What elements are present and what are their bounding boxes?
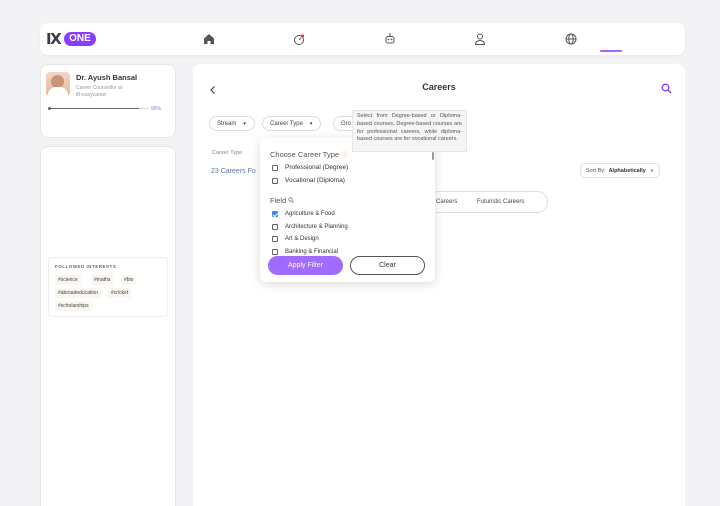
- option-label: Professional (Degree): [285, 164, 349, 171]
- logo-one: ONE: [64, 32, 96, 46]
- progress-percent: 90%: [151, 106, 162, 112]
- checkbox[interactable]: [272, 177, 278, 184]
- interest-tag[interactable]: #bio: [121, 275, 137, 285]
- career-tabs: Careers Futuristic Careers: [428, 191, 548, 213]
- option-professional[interactable]: Professional (Degree): [272, 164, 348, 171]
- result-count: 23 Careers Fo: [211, 168, 256, 175]
- profile-card[interactable]: Dr. Ayush Bansal Career Counsellor at iB…: [40, 64, 176, 138]
- field-heading-text: Field: [270, 196, 287, 205]
- checkbox[interactable]: [272, 249, 278, 255]
- home-icon[interactable]: [202, 32, 216, 46]
- checkbox-checked[interactable]: [272, 211, 278, 217]
- checkbox[interactable]: [272, 236, 278, 242]
- profile-progress-bar: [48, 107, 149, 110]
- group-filter-label: Gro: [341, 120, 352, 127]
- stream-filter[interactable]: Stream ▼: [209, 116, 255, 131]
- career-type-tooltip: Select from Degree-based or Diploma-base…: [352, 110, 467, 152]
- ixone-logo[interactable]: IX ONE: [46, 30, 96, 48]
- apply-filter-button[interactable]: Apply Filter: [268, 256, 343, 275]
- clear-button[interactable]: Clear: [350, 256, 425, 275]
- field-label: Agriculture & Food: [285, 211, 335, 217]
- page-title: Careers: [422, 82, 456, 92]
- search-icon: [288, 197, 295, 203]
- chevron-down-icon: ▼: [308, 121, 314, 126]
- top-nav-bar: IX ONE: [40, 23, 685, 55]
- robot-icon[interactable]: [383, 32, 397, 46]
- dropdown-scrollbar[interactable]: [432, 152, 434, 160]
- sort-value: Alphabetically: [608, 167, 646, 174]
- checkbox[interactable]: [272, 224, 278, 230]
- info-icon[interactable]: ⓘ: [341, 153, 347, 159]
- field-banking[interactable]: Banking & Financial: [272, 249, 338, 255]
- checkbox[interactable]: [272, 164, 278, 171]
- field-label: Art & Design: [285, 236, 319, 242]
- progress-dot: [48, 107, 51, 110]
- field-agriculture[interactable]: Agriculture & Food: [272, 211, 335, 217]
- sort-dropdown[interactable]: Sort By: Alphabetically ▼: [580, 163, 660, 178]
- interest-tag[interactable]: #scholarships: [55, 301, 92, 311]
- career-type-dropdown: Choose Career Type ⓘ Professional (Degre…: [260, 138, 435, 282]
- profile-role-title: Career Counsellor at: [76, 85, 123, 91]
- dropdown-heading: Choose Career Type ⓘ: [270, 150, 347, 159]
- interest-tag[interactable]: #abroadeducation: [55, 288, 102, 298]
- career-type-label: Career Type: [212, 150, 243, 156]
- interest-tag[interactable]: #science: [55, 275, 81, 285]
- tab-careers[interactable]: Careers: [436, 199, 457, 205]
- dropdown-heading-text: Choose Career Type: [270, 150, 340, 159]
- career-type-filter-label: Career Type: [270, 120, 303, 127]
- field-heading: Field: [270, 196, 295, 205]
- progress-fill: [49, 108, 139, 109]
- career-type-filter[interactable]: Career Type ▼: [262, 116, 322, 131]
- profile-role: Career Counsellor at iB-easycareer: [76, 85, 122, 99]
- active-tab-indicator: [600, 50, 622, 52]
- profile-name: Dr. Ayush Bansal: [76, 73, 138, 82]
- gauge-icon[interactable]: [292, 32, 306, 46]
- field-label: Architecture & Planning: [285, 224, 348, 230]
- avatar: [46, 72, 70, 96]
- interest-tag[interactable]: #maths: [91, 275, 114, 285]
- chevron-down-icon: ▼: [242, 121, 247, 126]
- option-label: Vocational (Diploma): [285, 177, 345, 184]
- field-label: Banking & Financial: [285, 249, 339, 255]
- globe-icon[interactable]: [564, 32, 578, 46]
- interests-title: FOLLOWED INTERESTS: [55, 264, 117, 269]
- user-icon[interactable]: [473, 32, 487, 46]
- search-icon[interactable]: [661, 81, 672, 94]
- profile-org: iB-easycareer: [76, 92, 107, 98]
- stream-filter-label: Stream: [217, 120, 237, 127]
- followed-interests: FOLLOWED INTERESTS #science #maths #bio …: [48, 257, 168, 317]
- field-art-design[interactable]: Art & Design: [272, 236, 319, 242]
- option-vocational[interactable]: Vocational (Diploma): [272, 177, 345, 184]
- interest-tag[interactable]: #cricket: [108, 288, 132, 298]
- sort-label: Sort By:: [586, 167, 606, 174]
- field-architecture[interactable]: Architecture & Planning: [272, 224, 348, 230]
- sidebar-card: [40, 146, 176, 506]
- logo-ix: IX: [46, 30, 62, 48]
- chevron-down-icon: ▼: [649, 168, 654, 173]
- tab-futuristic-careers[interactable]: Futuristic Careers: [477, 199, 524, 205]
